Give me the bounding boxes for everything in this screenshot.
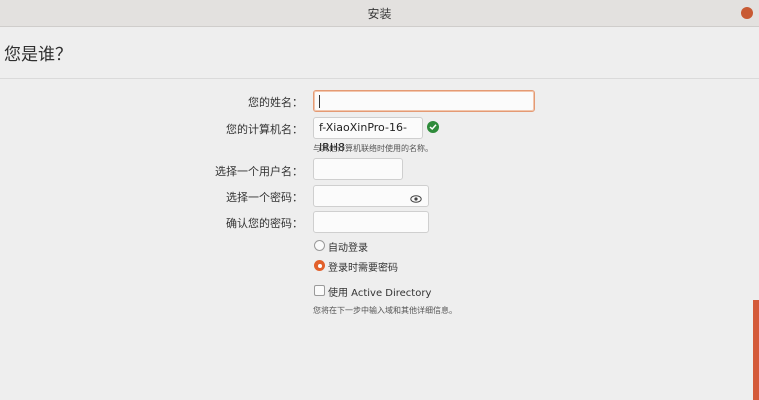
- username-label: 选择一个用户名：: [215, 165, 303, 178]
- page-title: 您是谁？: [4, 45, 72, 65]
- confirm-password-input[interactable]: [313, 211, 429, 233]
- password-label: 选择一个密码：: [226, 191, 303, 204]
- username-input[interactable]: [313, 158, 403, 180]
- close-icon[interactable]: [741, 7, 753, 19]
- name-input[interactable]: [313, 90, 535, 112]
- title-bar: 安装: [0, 0, 759, 27]
- window-title: 安装: [367, 7, 392, 21]
- password-input[interactable]: [313, 185, 429, 207]
- computer-name-hint: 与其他计算机联络时使用的名称。: [313, 144, 433, 153]
- require-password-label: 登录时需要密码: [328, 263, 398, 274]
- active-directory-hint: 您将在下一步中输入域和其他详细信息。: [313, 306, 457, 315]
- confirm-password-label: 确认您的密码：: [226, 217, 303, 230]
- eye-icon[interactable]: [410, 191, 422, 211]
- desktop-edge: [753, 300, 759, 400]
- auto-login-radio[interactable]: [314, 240, 325, 251]
- active-directory-checkbox[interactable]: [314, 285, 325, 296]
- computer-name-label: 您的计算机名：: [226, 123, 303, 136]
- checkmark-icon: [427, 121, 439, 133]
- name-label: 您的姓名：: [248, 96, 303, 109]
- divider: [0, 78, 759, 79]
- computer-name-input[interactable]: f-XiaoXinPro-16-IRH8: [313, 117, 423, 154]
- text-cursor: [319, 95, 320, 108]
- require-password-radio[interactable]: [314, 260, 325, 271]
- auto-login-label: 自动登录: [328, 243, 368, 254]
- active-directory-label: 使用 Active Directory: [328, 288, 432, 299]
